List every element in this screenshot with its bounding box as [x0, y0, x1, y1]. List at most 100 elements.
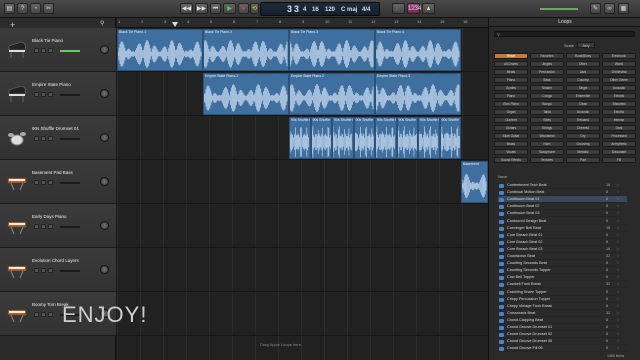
track-header[interactable]: Empire State Piano	[0, 72, 116, 116]
favorite-icon[interactable]: ☆	[616, 303, 619, 310]
track-volume-slider[interactable]	[60, 182, 80, 184]
pan-knob[interactable]	[100, 177, 109, 186]
solo-button[interactable]	[41, 92, 46, 97]
play-button[interactable]: ▶	[223, 3, 236, 14]
favorite-icon[interactable]: ☆	[616, 253, 619, 260]
favorite-icon[interactable]: ☆	[616, 310, 619, 317]
smart-controls-icon[interactable]: ◔	[30, 3, 41, 14]
track-header[interactable]: 90s Shuffle Drumset 01	[0, 116, 116, 160]
list-item[interactable]: Cowbell Funk Break 32 ☆	[498, 281, 627, 289]
audio-region[interactable]: 90s Shuffle Drumset	[375, 117, 397, 159]
favorite-icon[interactable]: ☆	[616, 296, 619, 303]
record-button[interactable]: ●	[238, 3, 249, 14]
audio-region[interactable]: 90s Shuffle Drumset	[439, 117, 461, 159]
favorite-icon[interactable]: ☆	[616, 196, 619, 203]
solo-button[interactable]	[41, 136, 46, 141]
list-item[interactable]: Crossroads Beat 32 ☆	[498, 310, 627, 317]
audio-region[interactable]: 90s Shuffle Drumset	[396, 117, 418, 159]
help-icon[interactable]: ?	[17, 3, 28, 14]
favorite-icon[interactable]: ☆	[616, 210, 619, 217]
list-item[interactable]: Converger Bell Beat 16 ☆	[498, 225, 627, 232]
list-item[interactable]: Contoured Design Beat 8 ☆	[498, 218, 627, 225]
list-item[interactable]: Continual Motion Beat 8 ☆	[498, 189, 627, 197]
audio-region[interactable]: Black Tie Piano.2	[203, 29, 289, 71]
master-volume-slider[interactable]	[540, 8, 578, 10]
timeline-ruler[interactable]: 1 2 3 4 5 6 7 8 9 10 11 12 13 14 15 16	[117, 18, 488, 28]
favorite-icon[interactable]: ☆	[616, 289, 619, 296]
list-item[interactable]: Counting Seconds Topper 8 ☆	[498, 267, 627, 275]
list-item[interactable]: Crispy Vintage Funk Break 8 ☆	[498, 303, 627, 310]
mute-button[interactable]	[34, 268, 39, 273]
track-lane[interactable]	[117, 292, 488, 336]
list-item[interactable]: Crowd Groove Drumset 06 8 ☆	[498, 338, 627, 346]
headphones-icon[interactable]	[48, 92, 53, 97]
tuner-icon[interactable]: ♩	[392, 3, 405, 14]
list-item[interactable]: Core Breach Beat 02 8 ☆	[498, 239, 627, 246]
audio-region[interactable]: Black Tie Piano.4	[375, 29, 461, 71]
track-lane[interactable]	[117, 160, 488, 204]
list-item[interactable]: Counting Seconds Beat 8 ☆	[498, 260, 627, 268]
headphones-icon[interactable]	[48, 268, 53, 273]
audio-region[interactable]: Black Tie Piano.3	[289, 29, 375, 71]
pan-knob[interactable]	[100, 133, 109, 142]
pan-knob[interactable]	[100, 265, 109, 274]
track-volume-slider[interactable]	[60, 226, 80, 228]
list-item[interactable]: Crowd Clapping Beat 8 ☆	[498, 317, 627, 324]
tracks-area[interactable]: Black Tie Piano.1 Black Tie Piano.2 Black …	[117, 28, 488, 360]
list-item[interactable]: Crowd Groove Drumset 02 8 ☆	[498, 331, 627, 339]
cycle-button[interactable]: ⟲	[250, 3, 259, 14]
track-lane[interactable]	[117, 204, 488, 248]
headphones-icon[interactable]	[48, 180, 53, 185]
headphones-icon[interactable]	[48, 136, 53, 141]
solo-button[interactable]	[41, 48, 46, 53]
solo-button[interactable]	[41, 180, 46, 185]
track-header[interactable]: Evolution Chord Layers	[0, 248, 116, 292]
mute-button[interactable]	[34, 224, 39, 229]
pan-knob[interactable]	[100, 45, 109, 54]
headphones-icon[interactable]	[48, 224, 53, 229]
pan-knob[interactable]	[100, 89, 109, 98]
mute-button[interactable]	[34, 92, 39, 97]
favorite-icon[interactable]: ☆	[616, 331, 619, 338]
track-volume-slider[interactable]	[60, 138, 80, 140]
track-header[interactable]: Early Days Piano	[0, 204, 116, 248]
list-item[interactable]: Contentment Tech Beat 16 ☆	[498, 182, 627, 189]
list-item[interactable]: Core Breach Beat 01 8 ☆	[498, 232, 627, 239]
pan-knob[interactable]	[100, 221, 109, 230]
audio-region[interactable]: Empire State Piano.2	[289, 73, 375, 115]
rewind-button[interactable]: ◀◀	[180, 3, 193, 14]
audio-region[interactable]: Empire State Piano.3	[375, 73, 461, 115]
favorite-icon[interactable]: ☆	[616, 225, 619, 232]
favorite-icon[interactable]: ☆	[616, 281, 619, 288]
filter-icon[interactable]: ⚲	[100, 20, 104, 27]
favorite-icon[interactable]: ☆	[616, 267, 619, 274]
solo-button[interactable]	[41, 312, 46, 317]
favorite-icon[interactable]: ☆	[616, 260, 619, 267]
media-browser-icon[interactable]: ▦	[618, 3, 629, 14]
list-item[interactable]: Crackling Snare Topper 8 ☆	[498, 289, 627, 296]
track-lane[interactable]	[117, 248, 488, 292]
mute-button[interactable]	[34, 136, 39, 141]
list-item[interactable]: Countdown Beat 32 ☆	[498, 253, 627, 260]
audio-region[interactable]: 90s Shuffle Drumset	[289, 117, 311, 159]
favorite-icon[interactable]: ☆	[616, 274, 619, 281]
list-item[interactable]: Cow Bell Topper 8 ☆	[498, 274, 627, 282]
favorite-icon[interactable]: ☆	[616, 317, 619, 324]
forward-button[interactable]: ▶▶	[195, 3, 208, 14]
favorite-icon[interactable]: ☆	[616, 203, 619, 210]
audio-region[interactable]: 90s Shuffle Drumset	[418, 117, 440, 159]
list-item[interactable]: Crispy Percussion Topper 8 ☆	[498, 296, 627, 303]
audio-region[interactable]: Black Tie Piano.1	[117, 29, 203, 71]
track-header[interactable]: Basement Pad Bass	[0, 160, 116, 204]
headphones-icon[interactable]	[48, 312, 53, 317]
list-item[interactable]: Core Breach Beat 03 16 ☆	[498, 246, 627, 253]
favorite-icon[interactable]: ☆	[616, 324, 619, 331]
favorite-icon[interactable]: ☆	[616, 182, 619, 189]
audio-region[interactable]: 90s Shuffle Drumset	[332, 117, 354, 159]
track-volume-slider[interactable]	[60, 50, 80, 52]
lcd-display[interactable]: 3 3 4 16 120 C maj 4/4	[260, 2, 380, 16]
list-item[interactable]: Continuum Beat 02 8 ☆	[498, 203, 627, 211]
count-in-button[interactable]: 1234	[407, 3, 421, 14]
favorite-icon[interactable]: ☆	[616, 232, 619, 239]
loop-browser-icon[interactable]: ∞	[604, 3, 615, 14]
